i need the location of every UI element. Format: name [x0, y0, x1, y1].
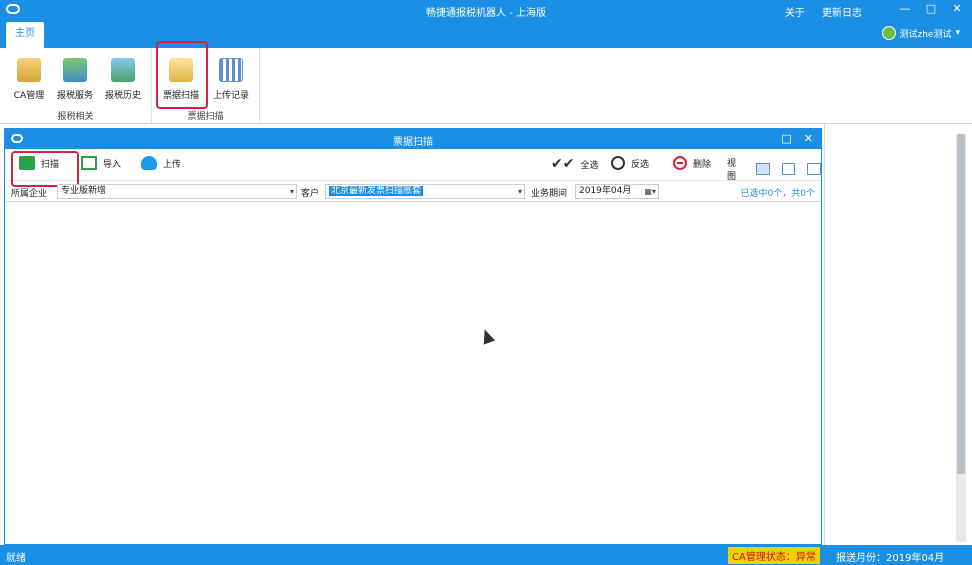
- filter-bar: 所属企业 专业版新增 ▾ 客户 北京最新发票扫描账套 ▾ 业务期间 2019年0…: [5, 182, 821, 202]
- right-panel: [824, 124, 972, 545]
- view-label: 视图: [727, 159, 737, 182]
- tab-strip: 主页 测试zhe测试 ▾: [0, 20, 972, 48]
- chevron-down-icon: ▾: [517, 187, 522, 196]
- tax-history-button[interactable]: 报税历史: [100, 58, 146, 101]
- maximize-button[interactable]: □: [924, 2, 938, 15]
- toolbar: 扫描 导入 上传 ✔✔ 全选 反选 删除 视图: [5, 149, 821, 182]
- user-menu[interactable]: 测试zhe测试 ▾: [881, 26, 960, 40]
- report-month: 报送月份：2019年04月: [836, 553, 945, 564]
- child-window-controls: □ ✕: [781, 132, 813, 145]
- import-button[interactable]: 导入: [81, 156, 121, 170]
- invert-icon: [611, 156, 625, 170]
- ca-manage-button[interactable]: CA管理: [6, 58, 52, 101]
- group-label: 报税相关: [57, 112, 94, 122]
- chevron-down-icon: ▾: [955, 28, 960, 38]
- import-icon: [81, 156, 97, 170]
- child-close-button[interactable]: ✕: [804, 132, 813, 145]
- close-button[interactable]: ✕: [950, 2, 964, 15]
- user-name: 测试zhe测试: [899, 29, 952, 40]
- calendar-icon: ▦▾: [644, 187, 656, 196]
- view-list-icon[interactable]: [807, 163, 821, 175]
- cloud-upload-icon: [141, 156, 157, 170]
- selection-summary: 已选中0个，共0个: [740, 189, 815, 199]
- period-picker[interactable]: 2019年04月 ▦▾: [575, 184, 659, 199]
- grid-icon: [219, 58, 243, 82]
- child-title-bar: 票据扫描 □ ✕: [5, 129, 821, 149]
- child-title: 票据扫描: [393, 137, 433, 148]
- company-select[interactable]: 专业版新增 ▾: [57, 184, 297, 199]
- avatar: [881, 26, 896, 40]
- period-label: 业务期间: [531, 189, 568, 199]
- ca-status-badge: CA管理状态：异常: [728, 547, 820, 564]
- child-maximize-button[interactable]: □: [781, 132, 791, 145]
- group-label: 票据扫描: [187, 112, 224, 122]
- app-title-bar: 畅捷通报税机器人 - 上海版 关于 更新日志 — □ ✕: [0, 0, 972, 20]
- changelog-link[interactable]: 更新日志: [822, 8, 862, 19]
- tab-home[interactable]: 主页: [6, 22, 44, 48]
- delete-button[interactable]: 删除: [673, 156, 711, 170]
- company-label: 所属企业: [11, 189, 48, 199]
- scrollbar-thumb[interactable]: [957, 134, 965, 474]
- invert-select-button[interactable]: 反选: [611, 156, 649, 170]
- tax-service-icon: [63, 58, 87, 82]
- upload-record-button[interactable]: 上传记录: [208, 58, 254, 101]
- tax-service-button[interactable]: 报税服务: [52, 58, 98, 101]
- customer-label: 客户: [301, 189, 320, 199]
- status-ready: 就绪: [6, 553, 26, 564]
- chevron-down-icon: ▾: [289, 187, 294, 196]
- ribbon: CA管理 报税服务 报税历史 报税相关 票据扫描 上传记录 票据扫描: [0, 41, 972, 124]
- minus-circle-icon: [673, 156, 687, 170]
- scan-list-area[interactable]: [5, 203, 821, 544]
- status-bar: 就绪 CA管理状态：异常 报送月份：2019年04月: [0, 545, 972, 565]
- highlight-box: [156, 41, 208, 109]
- select-all-button[interactable]: ✔✔ 全选: [551, 156, 598, 172]
- mouse-cursor-icon: [478, 327, 496, 345]
- ribbon-group-tax: CA管理 报税服务 报税历史 报税相关: [0, 48, 152, 124]
- customer-select[interactable]: 北京最新发票扫描账套 ▾: [325, 184, 525, 199]
- ca-icon: [17, 58, 41, 82]
- view-image-icon[interactable]: [781, 163, 796, 175]
- upload-button[interactable]: 上传: [141, 156, 181, 170]
- title-links: 关于 更新日志: [771, 4, 862, 19]
- history-icon: [111, 58, 135, 82]
- view-switch: 视图: [727, 156, 821, 182]
- bill-scan-window: 票据扫描 □ ✕ 扫描 导入 上传 ✔✔ 全选 反选 删除 视图 所属企业 专业…: [4, 128, 822, 545]
- window-controls: — □ ✕: [898, 2, 964, 15]
- vertical-scrollbar[interactable]: [956, 134, 966, 542]
- minimize-button[interactable]: —: [898, 2, 912, 15]
- about-link[interactable]: 关于: [785, 8, 805, 19]
- view-grid-icon[interactable]: [756, 163, 770, 175]
- double-check-icon: ✔✔: [551, 156, 575, 172]
